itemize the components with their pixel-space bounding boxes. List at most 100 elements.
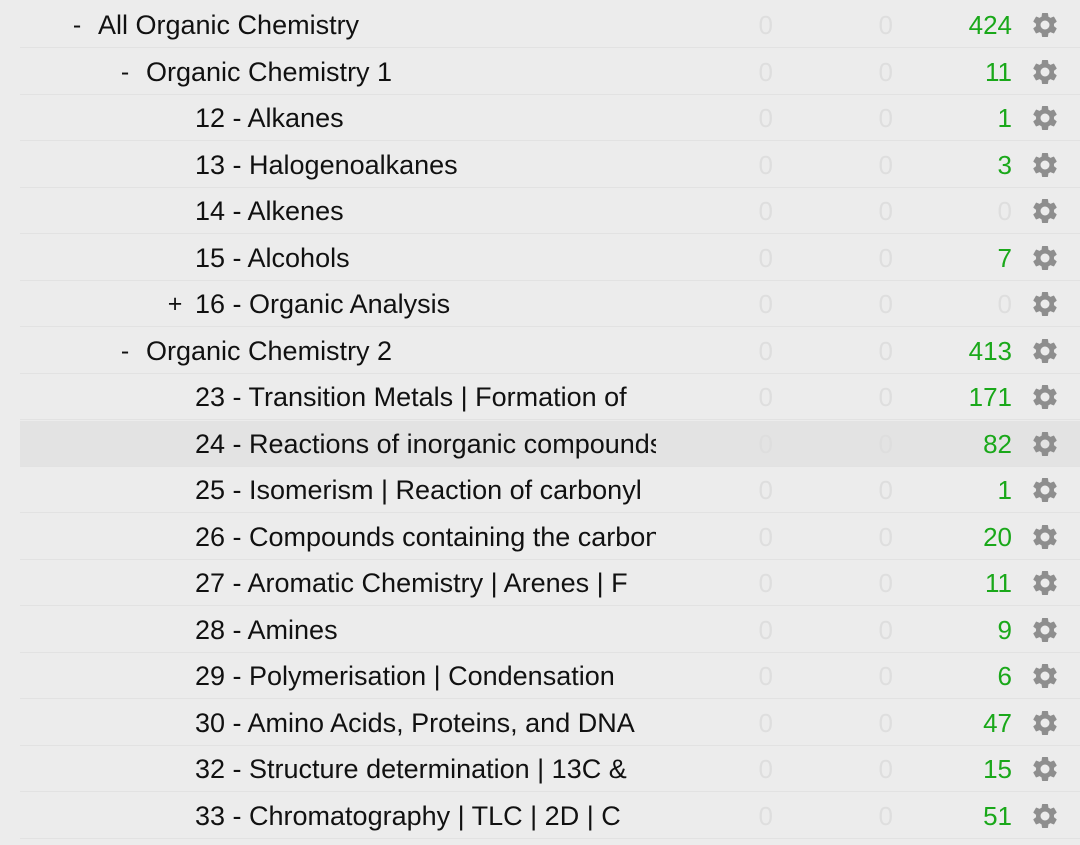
due-count: 413	[968, 336, 1012, 366]
due-count: 7	[997, 243, 1012, 273]
new-count: 0	[758, 708, 773, 738]
gear-icon[interactable]	[1030, 754, 1060, 784]
deck-row[interactable]: 25 - Isomerism | Reaction of carbonyl 0 0 1	[20, 467, 1080, 513]
deck-name[interactable]: 23 - Transition Metals | Formation of	[195, 382, 656, 412]
learn-count: 0	[878, 150, 893, 180]
gear-icon[interactable]	[1030, 708, 1060, 738]
learn-count: 0	[878, 708, 893, 738]
deck-name[interactable]: 13 - Halogenoalkanes	[195, 150, 656, 180]
learn-count: 0	[878, 336, 893, 366]
deck-name[interactable]: 14 - Alkenes	[195, 196, 656, 226]
due-count: 11	[985, 57, 1012, 87]
deck-name[interactable]: 26 - Compounds containing the carbonyl	[195, 522, 656, 552]
due-count: 9	[997, 615, 1012, 645]
due-count: 0	[997, 196, 1012, 226]
learn-count: 0	[878, 568, 893, 598]
learn-count: 0	[878, 57, 893, 87]
gear-icon[interactable]	[1030, 382, 1060, 412]
deck-row[interactable]: - Organic Chemistry 2 0 0 413	[20, 328, 1080, 374]
learn-count: 0	[878, 103, 893, 133]
expand-toggle[interactable]: +	[166, 290, 184, 318]
due-count: 82	[983, 429, 1012, 459]
deck-name[interactable]: 24 - Reactions of inorganic compounds	[195, 429, 656, 459]
deck-row[interactable]: 14 - Alkenes 0 0 0	[20, 188, 1080, 234]
deck-row[interactable]: 23 - Transition Metals | Formation of 0 0 1…	[20, 374, 1080, 420]
deck-row[interactable]: 32 - Structure determination | 13C & 0 0 15	[20, 746, 1080, 792]
due-count: 47	[983, 708, 1012, 738]
deck-name[interactable]: 27 - Aromatic Chemistry | Arenes | F	[195, 568, 656, 598]
due-count: 171	[968, 382, 1012, 412]
due-count: 20	[983, 522, 1012, 552]
due-count: 1	[997, 475, 1012, 505]
new-count: 0	[758, 289, 773, 319]
deck-row[interactable]: 26 - Compounds containing the carbonyl 0 0…	[20, 514, 1080, 560]
learn-count: 0	[878, 289, 893, 319]
gear-icon[interactable]	[1030, 196, 1060, 226]
deck-name[interactable]: 32 - Structure determination | 13C &	[195, 754, 656, 784]
gear-icon[interactable]	[1030, 475, 1060, 505]
gear-icon[interactable]	[1030, 10, 1060, 40]
learn-count: 0	[878, 429, 893, 459]
deck-name[interactable]: Organic Chemistry 2	[146, 336, 656, 366]
gear-icon[interactable]	[1030, 243, 1060, 273]
new-count: 0	[758, 475, 773, 505]
new-count: 0	[758, 615, 773, 645]
deck-name[interactable]: 33 - Chromatography | TLC | 2D | C	[195, 801, 656, 831]
new-count: 0	[758, 568, 773, 598]
deck-name[interactable]: 12 - Alkanes	[195, 103, 656, 133]
deck-row[interactable]: - All Organic Chemistry 0 0 424	[20, 2, 1080, 48]
new-count: 0	[758, 661, 773, 691]
gear-icon[interactable]	[1030, 522, 1060, 552]
new-count: 0	[758, 429, 773, 459]
deck-name[interactable]: 28 - Amines	[195, 615, 656, 645]
gear-icon[interactable]	[1030, 150, 1060, 180]
deck-row[interactable]: 33 - Chromatography | TLC | 2D | C 0 0 51	[20, 793, 1080, 839]
gear-icon[interactable]	[1030, 801, 1060, 831]
new-count: 0	[758, 243, 773, 273]
learn-count: 0	[878, 196, 893, 226]
deck-row[interactable]: 24 - Reactions of inorganic compounds 0 0 8…	[20, 421, 1080, 467]
collapse-toggle[interactable]: -	[116, 337, 134, 365]
deck-row[interactable]: 30 - Amino Acids, Proteins, and DNA 0 0 47	[20, 700, 1080, 746]
deck-name[interactable]: 29 - Polymerisation | Condensation	[195, 661, 656, 691]
deck-name[interactable]: 25 - Isomerism | Reaction of carbonyl	[195, 475, 656, 505]
deck-name[interactable]: 15 - Alcohols	[195, 243, 656, 273]
deck-row[interactable]: 29 - Polymerisation | Condensation 0 0 6	[20, 653, 1080, 699]
due-count: 51	[983, 801, 1012, 831]
gear-icon[interactable]	[1030, 103, 1060, 133]
learn-count: 0	[878, 382, 893, 412]
deck-row[interactable]: +16 - Organic Analysis 0 0 0	[20, 281, 1080, 327]
deck-list: - All Organic Chemistry 0 0 424- Organic Chem…	[0, 0, 1080, 845]
due-count: 11	[985, 568, 1012, 598]
deck-row[interactable]: 27 - Aromatic Chemistry | Arenes | F 0 0 11	[20, 560, 1080, 606]
gear-icon[interactable]	[1030, 57, 1060, 87]
collapse-toggle[interactable]: -	[116, 58, 134, 86]
deck-name[interactable]: All Organic Chemistry	[98, 10, 656, 40]
new-count: 0	[758, 522, 773, 552]
learn-count: 0	[878, 522, 893, 552]
gear-icon[interactable]	[1030, 661, 1060, 691]
deck-row[interactable]: 28 - Amines 0 0 9	[20, 607, 1080, 653]
deck-row[interactable]: 13 - Halogenoalkanes 0 0 3	[20, 142, 1080, 188]
gear-icon[interactable]	[1030, 429, 1060, 459]
deck-name[interactable]: 30 - Amino Acids, Proteins, and DNA	[195, 708, 656, 738]
due-count: 3	[997, 150, 1012, 180]
gear-icon[interactable]	[1030, 568, 1060, 598]
new-count: 0	[758, 103, 773, 133]
collapse-toggle[interactable]: -	[68, 11, 86, 39]
new-count: 0	[758, 150, 773, 180]
learn-count: 0	[878, 801, 893, 831]
deck-row[interactable]: 15 - Alcohols 0 0 7	[20, 235, 1080, 281]
gear-icon[interactable]	[1030, 289, 1060, 319]
deck-name[interactable]: Organic Chemistry 1	[146, 57, 656, 87]
learn-count: 0	[878, 615, 893, 645]
gear-icon[interactable]	[1030, 336, 1060, 366]
due-count: 0	[997, 289, 1012, 319]
deck-row[interactable]: 12 - Alkanes 0 0 1	[20, 95, 1080, 141]
gear-icon[interactable]	[1030, 615, 1060, 645]
deck-name[interactable]: 16 - Organic Analysis	[195, 289, 656, 319]
new-count: 0	[758, 754, 773, 784]
new-count: 0	[758, 57, 773, 87]
due-count: 424	[968, 10, 1012, 40]
deck-row[interactable]: - Organic Chemistry 1 0 0 11	[20, 49, 1080, 95]
